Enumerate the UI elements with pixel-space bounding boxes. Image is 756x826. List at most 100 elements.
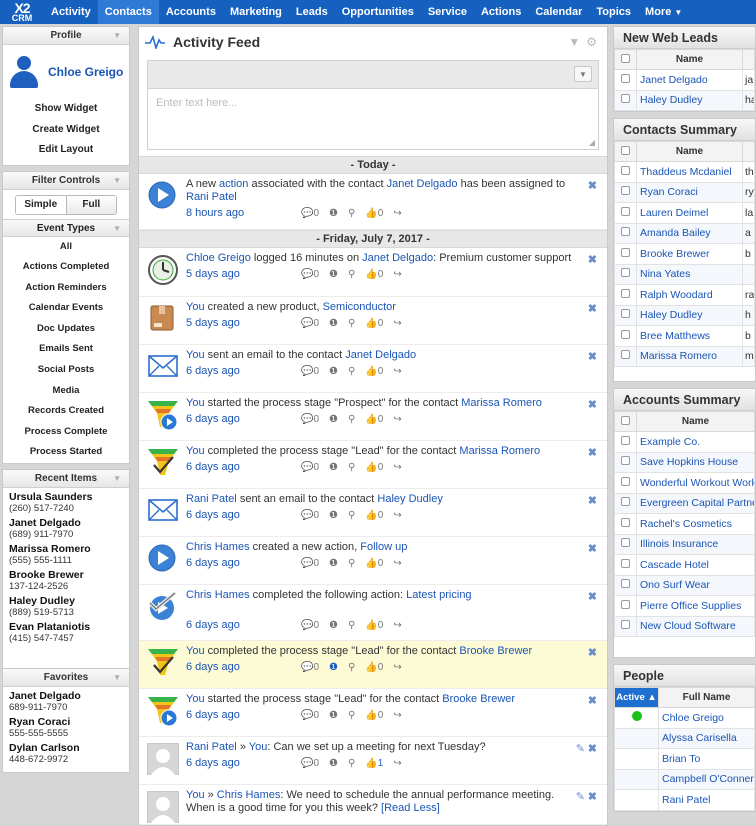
like-button[interactable]: 👍0 [365,208,383,219]
feed-event-time[interactable]: 6 days ago [186,509,301,521]
comment-button[interactable]: 💬0 [301,620,319,631]
recent-item[interactable]: Evan Plataniotis (415) 547-7457 [9,621,123,644]
broadcast-icon[interactable]: ↪ [393,414,401,425]
important-icon[interactable]: ❶ [329,462,338,473]
row-checkbox[interactable] [614,202,637,224]
row-checkbox[interactable] [614,69,637,91]
row-name-link[interactable]: Pierre Office Supplies [636,595,755,617]
event-type-item[interactable]: Doc Updates [3,319,129,340]
full-name-column-header[interactable]: Full Name [658,687,755,708]
broadcast-icon[interactable]: ↪ [393,269,401,280]
comment-button[interactable]: 💬0 [301,662,319,673]
row-checkbox[interactable] [614,451,637,473]
event-type-item[interactable]: Process Started [3,442,129,463]
comment-button[interactable]: 💬0 [301,758,319,769]
comment-button[interactable]: 💬0 [301,318,319,329]
important-icon[interactable]: ❶ [329,620,338,631]
feed-event-time[interactable]: 6 days ago [186,557,301,569]
pin-icon[interactable]: ⚲ [348,269,355,280]
delete-icon[interactable]: ✖ [588,742,597,755]
row-checkbox[interactable] [614,243,637,265]
event-type-item[interactable]: Records Created [3,401,129,422]
table-row[interactable]: Ryan Coraci ry [614,181,755,203]
table-row[interactable]: Save Hopkins House [614,451,755,473]
table-row[interactable]: Wonderful Workout Work [614,472,755,494]
feed-event-link[interactable]: Janet Delgado [387,178,458,190]
profile-menu-item[interactable]: Create Widget [3,120,129,141]
chevron-down-icon[interactable]: ▼ [113,669,121,687]
people-row[interactable]: Campbell O'Conner [614,768,755,790]
resize-grip-icon[interactable]: ◢ [589,138,595,147]
event-type-item[interactable]: Process Complete [3,422,129,443]
like-button[interactable]: 👍0 [365,269,383,280]
broadcast-icon[interactable]: ↪ [393,662,401,673]
row-checkbox[interactable] [614,431,637,453]
row-name-link[interactable]: Wonderful Workout Work [636,472,755,494]
row-name-link[interactable]: Save Hopkins House [636,451,755,473]
row-name-link[interactable]: Ryan Coraci [636,181,743,203]
composer-dropdown-button[interactable]: ▼ [574,66,592,82]
edit-icon[interactable]: ✎ [576,742,585,755]
row-name-link[interactable]: Bree Matthews [636,325,743,347]
important-icon[interactable]: ❶ [329,414,338,425]
row-checkbox[interactable] [614,161,637,183]
people-row[interactable]: Alyssa Carisella [614,727,755,749]
nav-marketing[interactable]: Marketing [223,0,289,24]
select-all-checkbox[interactable] [614,49,637,70]
pin-icon[interactable]: ⚲ [348,758,355,769]
feed-event-link[interactable]: You [186,397,205,409]
delete-icon[interactable]: ✖ [588,398,597,411]
important-icon[interactable]: ❶ [329,758,338,769]
comment-button[interactable]: 💬0 [301,710,319,721]
comment-button[interactable]: 💬0 [301,208,319,219]
profile-menu-item[interactable]: Show Widget [3,99,129,120]
row-name-link[interactable]: Illinois Insurance [636,533,755,555]
feed-event-link[interactable]: action [219,178,248,190]
x2crm-logo[interactable]: X2 CRM [0,0,44,24]
row-checkbox[interactable] [614,89,637,111]
feed-event-link[interactable]: [Read Less] [381,802,440,814]
pin-icon[interactable]: ⚲ [348,558,355,569]
event-type-item[interactable]: Action Reminders [3,278,129,299]
row-checkbox[interactable] [614,472,637,494]
table-row[interactable]: Cascade Hotel [614,554,755,576]
feed-event-link[interactable]: Rani Patel [186,191,237,203]
feed-event-link[interactable]: Janet Delgado [362,252,433,264]
table-row[interactable]: Pierre Office Supplies [614,595,755,617]
broadcast-icon[interactable]: ↪ [393,208,401,219]
chevron-down-icon[interactable]: ▼ [113,172,121,190]
pin-icon[interactable]: ⚲ [348,662,355,673]
feed-event-link[interactable]: You [186,693,205,705]
profile-user-name[interactable]: Chloe Greigo [48,65,123,79]
row-checkbox[interactable] [614,304,637,326]
feed-event-link[interactable]: Marissa Romero [459,445,540,457]
feed-event-link[interactable]: Brooke Brewer [459,645,532,657]
feed-event-link[interactable]: Rani Patel [186,741,237,753]
name-column-header[interactable]: Name [636,49,743,70]
favorite-item[interactable]: Dylan Carlson 448-672-9972 [9,742,123,765]
comment-button[interactable]: 💬0 [301,462,319,473]
broadcast-icon[interactable]: ↪ [393,710,401,721]
name-column-header[interactable]: Name [636,411,755,432]
feed-event-time[interactable]: 6 days ago [186,757,301,769]
row-name-link[interactable]: Ono Surf Wear [636,574,755,596]
full-filter-button[interactable]: Full [66,195,116,214]
delete-icon[interactable]: ✖ [588,302,597,315]
feed-event-link[interactable]: You [186,349,205,361]
nav-opportunities[interactable]: Opportunities [335,0,421,24]
broadcast-icon[interactable]: ↪ [393,758,401,769]
feed-event-time[interactable]: 6 days ago [186,661,301,673]
feed-event-time[interactable]: 6 days ago [186,461,301,473]
important-icon[interactable]: ❶ [329,269,338,280]
feed-event-link[interactable]: You [249,741,268,753]
recent-item[interactable]: Brooke Brewer 137-124-2526 [9,569,123,592]
like-button[interactable]: 👍0 [365,318,383,329]
table-row[interactable]: Illinois Insurance [614,533,755,555]
person-name-link[interactable]: Campbell O'Conner [658,768,755,790]
event-type-item[interactable]: Emails Sent [3,339,129,360]
comment-button[interactable]: 💬0 [301,558,319,569]
nav-service[interactable]: Service [421,0,474,24]
people-row[interactable]: Chloe Greigo [614,707,755,729]
person-name-link[interactable]: Alyssa Carisella [658,727,755,749]
event-type-item[interactable]: Actions Completed [3,257,129,278]
